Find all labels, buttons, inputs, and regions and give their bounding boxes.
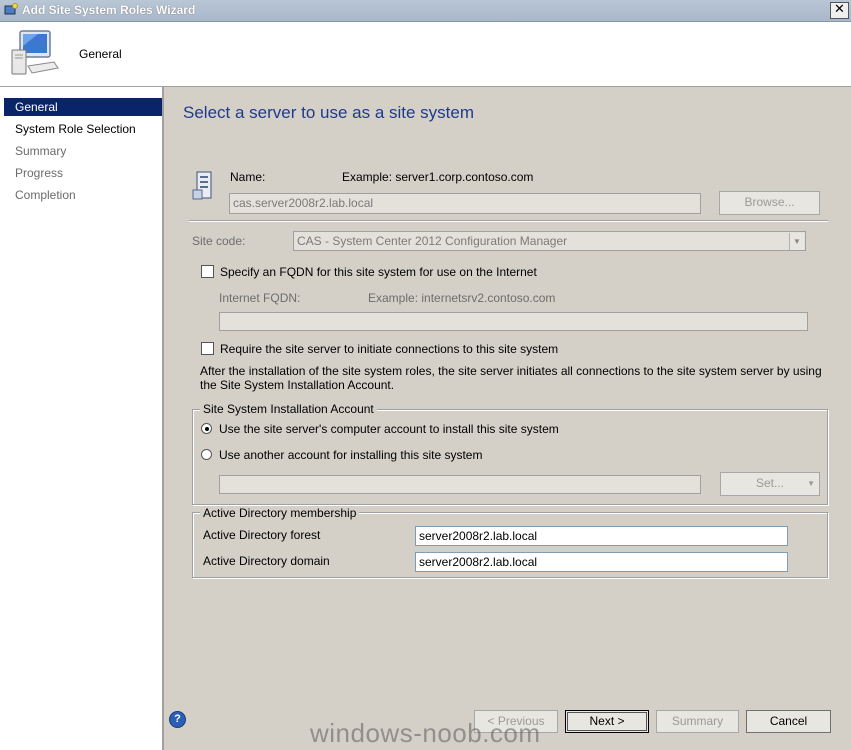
window-title: Add Site System Roles Wizard bbox=[22, 3, 196, 17]
footer-divider bbox=[164, 697, 851, 698]
header-title: General bbox=[79, 47, 122, 61]
nav-item-system-role-selection[interactable]: System Role Selection bbox=[4, 120, 162, 138]
browse-button[interactable]: Browse... bbox=[719, 191, 820, 215]
require-connections-checkbox[interactable] bbox=[201, 342, 214, 355]
nav-item-progress: Progress bbox=[15, 166, 64, 180]
set-button-label: Set... bbox=[755, 476, 784, 490]
site-code-dropdown[interactable]: CAS - System Center 2012 Configuration M… bbox=[293, 231, 806, 251]
nav-item-general[interactable]: General bbox=[4, 98, 162, 116]
watermark: windows-noob.com bbox=[310, 718, 541, 748]
radio-selected-dot bbox=[205, 427, 209, 431]
fqdn-checkbox-label: Specify an FQDN for this site system for… bbox=[220, 265, 537, 279]
account-field[interactable] bbox=[219, 475, 701, 494]
summary-button[interactable]: Summary bbox=[656, 710, 739, 733]
set-button[interactable]: Set... ▼ bbox=[720, 472, 820, 496]
dropdown-arrow-icon: ▼ bbox=[789, 233, 804, 250]
title-bar: Add Site System Roles Wizard ✕ bbox=[0, 0, 851, 22]
internet-fqdn-field[interactable] bbox=[219, 312, 808, 331]
next-button[interactable]: Next > bbox=[565, 710, 649, 733]
wizard-step-nav: General System Role Selection Summary Pr… bbox=[0, 87, 164, 750]
internet-fqdn-label: Internet FQDN: bbox=[219, 291, 301, 305]
close-icon[interactable]: ✕ bbox=[830, 2, 849, 19]
nav-item-completion: Completion bbox=[15, 188, 76, 202]
name-label: Name: bbox=[230, 170, 266, 184]
dropdown-arrow-icon: ▼ bbox=[807, 479, 815, 488]
require-connections-label: Require the site server to initiate conn… bbox=[220, 342, 559, 356]
internet-fqdn-example: Example: internetsrv2.contoso.com bbox=[368, 291, 556, 305]
ad-membership-legend: Active Directory membership bbox=[200, 506, 360, 520]
another-account-radio[interactable] bbox=[201, 449, 212, 460]
another-account-label: Use another account for installing this … bbox=[219, 448, 483, 462]
ad-domain-field[interactable]: server2008r2.lab.local bbox=[415, 552, 788, 572]
computer-account-label: Use the site server's computer account t… bbox=[219, 422, 559, 436]
ad-forest-field[interactable]: server2008r2.lab.local bbox=[415, 526, 788, 546]
info-text: After the installation of the site syste… bbox=[200, 364, 822, 392]
computer-account-radio[interactable] bbox=[201, 423, 212, 434]
server-icon bbox=[192, 171, 212, 200]
wizard-icon bbox=[4, 3, 18, 15]
divider bbox=[189, 220, 828, 222]
computer-icon bbox=[11, 30, 59, 75]
ad-forest-label: Active Directory forest bbox=[203, 528, 321, 542]
cancel-button[interactable]: Cancel bbox=[746, 710, 831, 733]
name-example: Example: server1.corp.contoso.com bbox=[342, 170, 534, 184]
wizard-header: General bbox=[0, 22, 851, 87]
name-field[interactable]: cas.server2008r2.lab.local bbox=[229, 193, 701, 214]
page-title: Select a server to use as a site system bbox=[183, 103, 475, 122]
nav-item-summary: Summary bbox=[15, 144, 67, 158]
site-code-label: Site code: bbox=[192, 234, 246, 248]
ad-domain-label: Active Directory domain bbox=[203, 554, 330, 568]
help-icon[interactable]: ? bbox=[169, 711, 186, 728]
site-code-value: CAS - System Center 2012 Configuration M… bbox=[297, 234, 568, 248]
installation-account-legend: Site System Installation Account bbox=[200, 402, 377, 416]
fqdn-checkbox[interactable] bbox=[201, 265, 214, 278]
